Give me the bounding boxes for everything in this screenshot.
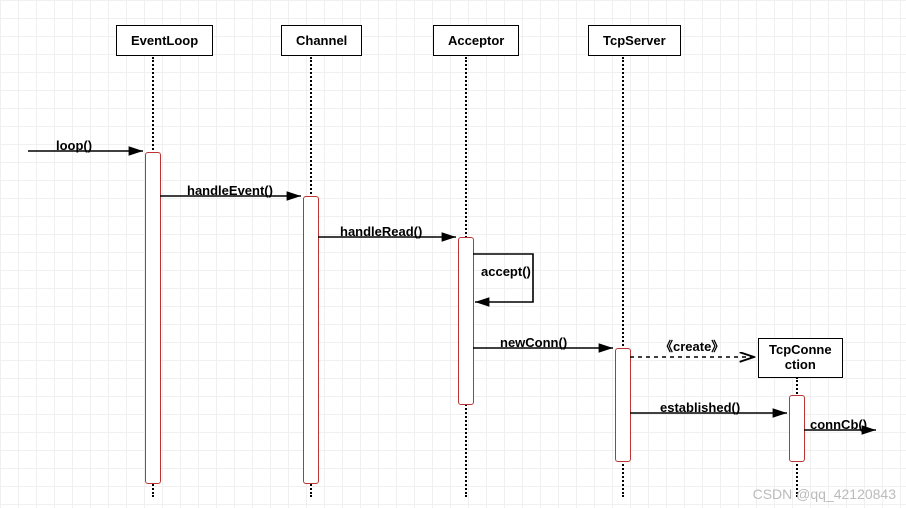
lifeline-head-channel: Channel <box>281 25 362 56</box>
sequence-diagram: EventLoop Channel Acceptor TcpServer Tcp… <box>0 0 906 508</box>
msg-handleEvent: handleEvent() <box>187 183 273 198</box>
lifeline-head-acceptor: Acceptor <box>433 25 519 56</box>
activation-tcpconn <box>789 395 805 462</box>
arrows-layer <box>0 0 906 508</box>
activation-channel <box>303 196 319 484</box>
activation-eventloop <box>145 152 161 484</box>
msg-handleRead: handleRead() <box>340 224 422 239</box>
watermark: CSDN @qq_42120843 <box>753 486 896 502</box>
lifeline-head-tcpserver: TcpServer <box>588 25 681 56</box>
msg-newConn: newConn() <box>500 335 567 350</box>
activation-tcpserver <box>615 348 631 462</box>
msg-connCb: connCb() <box>810 417 867 432</box>
lifeline-head-eventloop: EventLoop <box>116 25 213 56</box>
msg-create: 《create》 <box>660 336 724 355</box>
lifeline-head-tcpconn: TcpConne ction <box>758 338 843 378</box>
msg-accept: accept() <box>481 264 531 279</box>
msg-loop: loop() <box>56 138 92 153</box>
activation-acceptor <box>458 237 474 405</box>
msg-established: established() <box>660 400 740 415</box>
